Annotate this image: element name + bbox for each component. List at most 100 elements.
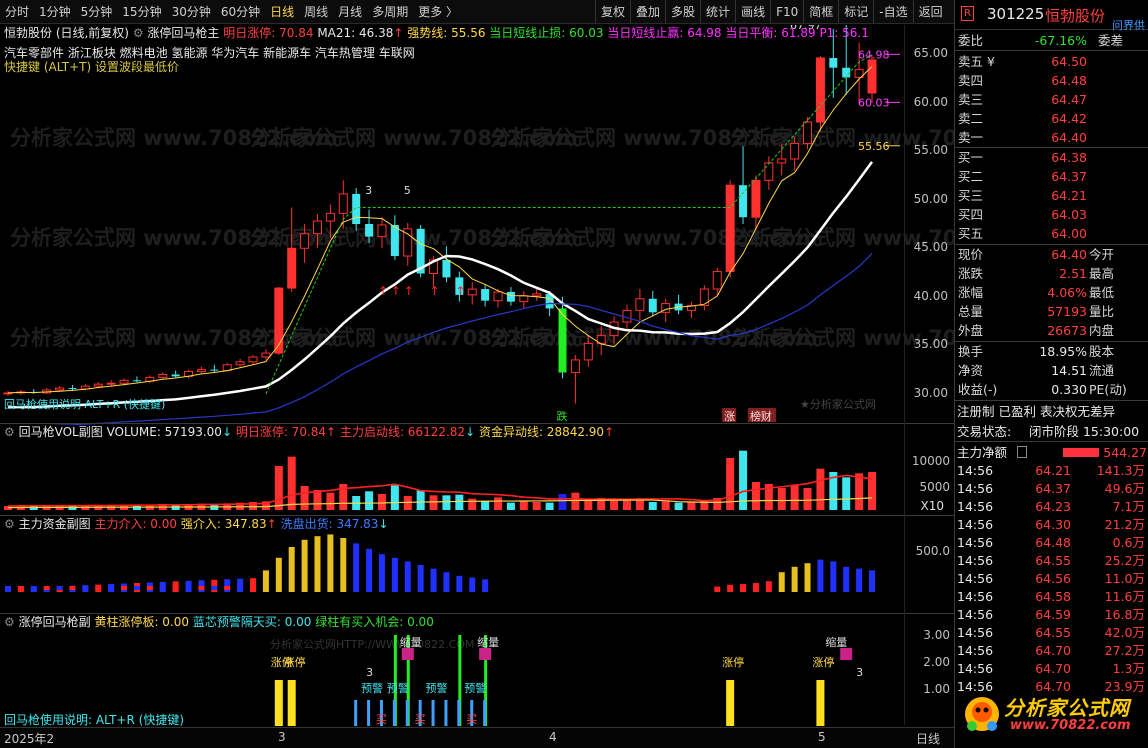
- indicator-toggle-icon[interactable]: ⚙: [133, 26, 144, 40]
- tick-volume: 0.6万: [1112, 535, 1145, 550]
- stat-label-2: 最高: [1089, 266, 1115, 281]
- fund-bar: [378, 554, 385, 592]
- fund-bar: [752, 583, 759, 592]
- stop-loss: 当日短线止损: 60.03: [489, 26, 604, 40]
- tick-price: 64.56: [1035, 571, 1071, 586]
- signal-name[interactable]: 涨停回马枪副: [19, 615, 91, 629]
- tick-volume: 25.2万: [1104, 553, 1145, 568]
- volume-bar: [687, 502, 696, 510]
- x-label-period[interactable]: 日线: [916, 730, 940, 747]
- fund-bar-small: [30, 586, 37, 590]
- toolbar-action-3[interactable]: 统计: [700, 0, 735, 23]
- stat-label: 总量: [958, 304, 984, 319]
- period-tab-5[interactable]: 60分钟: [216, 0, 265, 23]
- price-axis-label: 40.00: [913, 288, 948, 303]
- signal-settings-icon[interactable]: ⚙: [4, 615, 15, 629]
- toolbar-action-1[interactable]: 叠加: [630, 0, 665, 23]
- tick-volume: 11.6万: [1104, 589, 1145, 604]
- period-tab-10[interactable]: 更多 〉: [413, 0, 463, 23]
- vol-settings-icon[interactable]: ⚙: [4, 425, 15, 439]
- ask-price: 64.48: [1051, 73, 1087, 88]
- stat-row: 涨跌 2.51 最高: [955, 264, 1148, 283]
- period-tab-2[interactable]: 5分钟: [76, 0, 118, 23]
- volume-bar: [816, 468, 825, 510]
- stat-value: 57193: [1047, 304, 1087, 319]
- toolbar-action-9[interactable]: 返回: [912, 0, 948, 23]
- candle: [635, 289, 645, 321]
- tick-row: 14:56 64.30 21.2万: [955, 516, 1148, 534]
- fund-chart[interactable]: [0, 532, 904, 613]
- fund-bar: [275, 557, 282, 592]
- period-tab-4[interactable]: 30分钟: [167, 0, 216, 23]
- volume-bar: [571, 492, 580, 510]
- warning-label: 预警: [426, 681, 448, 695]
- tick-row: 14:56 64.70 27.2万: [955, 642, 1148, 660]
- period-tab-8[interactable]: 月线: [333, 0, 367, 23]
- net-toggle-icon[interactable]: [1017, 446, 1027, 458]
- toolbar-action-4[interactable]: 画线: [735, 0, 770, 23]
- stat-label-2: 今开: [1089, 247, 1115, 262]
- volume-bar: [868, 472, 876, 510]
- signal-watermark: 分析家公式网HTTP://WWW.70822.COM: [270, 637, 474, 651]
- period-tab-0[interactable]: 分时: [0, 0, 34, 23]
- candle: [725, 180, 735, 278]
- fund-enter: 主力介入: 0.00: [94, 517, 178, 531]
- buy-label: 买: [376, 713, 387, 726]
- price-chart[interactable]: 分析家公式网 www.70822.com分析家公式网 www.70822.com…: [0, 25, 954, 425]
- bid-price: 64.00: [1051, 226, 1087, 241]
- period-toolbar: 分时 1分钟 5分钟 15分钟 30分钟 60分钟 日线 周线 月线 多周期 更多 〉 复权 叠加 多股统…: [0, 0, 954, 24]
- x-label-feb: 2025年2: [4, 732, 55, 746]
- stock-code: 301225: [987, 5, 1045, 23]
- toolbar-action-2[interactable]: 多股: [665, 0, 700, 23]
- signal-blue: 蓝芯预警隔天买: 0.00: [192, 615, 312, 629]
- toolbar-action-7[interactable]: 标记: [838, 0, 873, 23]
- volume-bar: [584, 500, 593, 510]
- vol-name[interactable]: 回马枪VOL副图: [19, 425, 103, 439]
- tick-volume: 11.0万: [1104, 571, 1145, 586]
- bid-label: 买四: [958, 207, 984, 222]
- fund-name[interactable]: 主力资金副图: [19, 517, 91, 531]
- price-marker-label: 55.56: [858, 140, 890, 153]
- volume-bar: [300, 486, 309, 510]
- price-marker-label: 64.98: [858, 48, 890, 61]
- shrink-label: 缩量: [477, 636, 499, 649]
- bid-row: 买五 64.00: [955, 224, 1148, 243]
- fund-bar: [714, 586, 721, 592]
- wave-three-label: 3: [366, 666, 373, 679]
- fund-bar: [856, 568, 863, 592]
- period-tab-6[interactable]: 日线: [265, 0, 299, 23]
- candle: [3, 390, 13, 396]
- period-tab-7[interactable]: 周线: [299, 0, 333, 23]
- toolbar-action-0[interactable]: 复权: [595, 0, 630, 23]
- fund-settings-icon[interactable]: ⚙: [4, 517, 15, 531]
- ask-label: 卖二: [958, 111, 984, 126]
- indicator-name[interactable]: 涨停回马枪主: [147, 26, 219, 40]
- fund-bar: [237, 578, 244, 592]
- strong-line: 强势线: 55.56: [407, 26, 486, 40]
- hotkey-hint: 快捷键 (ALT+T) 设置波段最低价: [4, 60, 179, 74]
- fund-axis-500: 500.0: [915, 544, 950, 558]
- x-axis: 2025年2 3 4 5 日线: [0, 727, 954, 748]
- volume-chart[interactable]: [0, 440, 904, 515]
- volume-bar: [287, 456, 296, 510]
- bid-row: 买三 64.21: [955, 186, 1148, 205]
- tick-time: 14:56: [957, 535, 994, 550]
- stat-label: 涨幅: [958, 285, 984, 300]
- period-tab-9[interactable]: 多周期: [367, 0, 413, 23]
- toolbar-action-6[interactable]: 简框: [803, 0, 838, 23]
- buy-arrow-icon: ↑: [391, 284, 401, 298]
- volume-bar: [416, 490, 425, 510]
- toolbar-action-8[interactable]: -自选: [873, 0, 912, 23]
- period-tab-1[interactable]: 1分钟: [34, 0, 76, 23]
- candle: [674, 294, 683, 315]
- stat-label-2: 量比: [1089, 304, 1115, 319]
- tick-volume: 16.8万: [1104, 607, 1145, 622]
- toolbar-action-5[interactable]: F10: [770, 0, 803, 23]
- fund-bar: [869, 570, 875, 592]
- period-tab-3[interactable]: 15分钟: [117, 0, 166, 23]
- volume-bar: [661, 501, 670, 510]
- stop-profit: 当日短线止赢: 64.98: [607, 26, 722, 40]
- signal-green: 绿柱有买入机会: 0.00: [315, 615, 434, 629]
- fund-bar: [830, 561, 837, 592]
- candle: [171, 370, 180, 378]
